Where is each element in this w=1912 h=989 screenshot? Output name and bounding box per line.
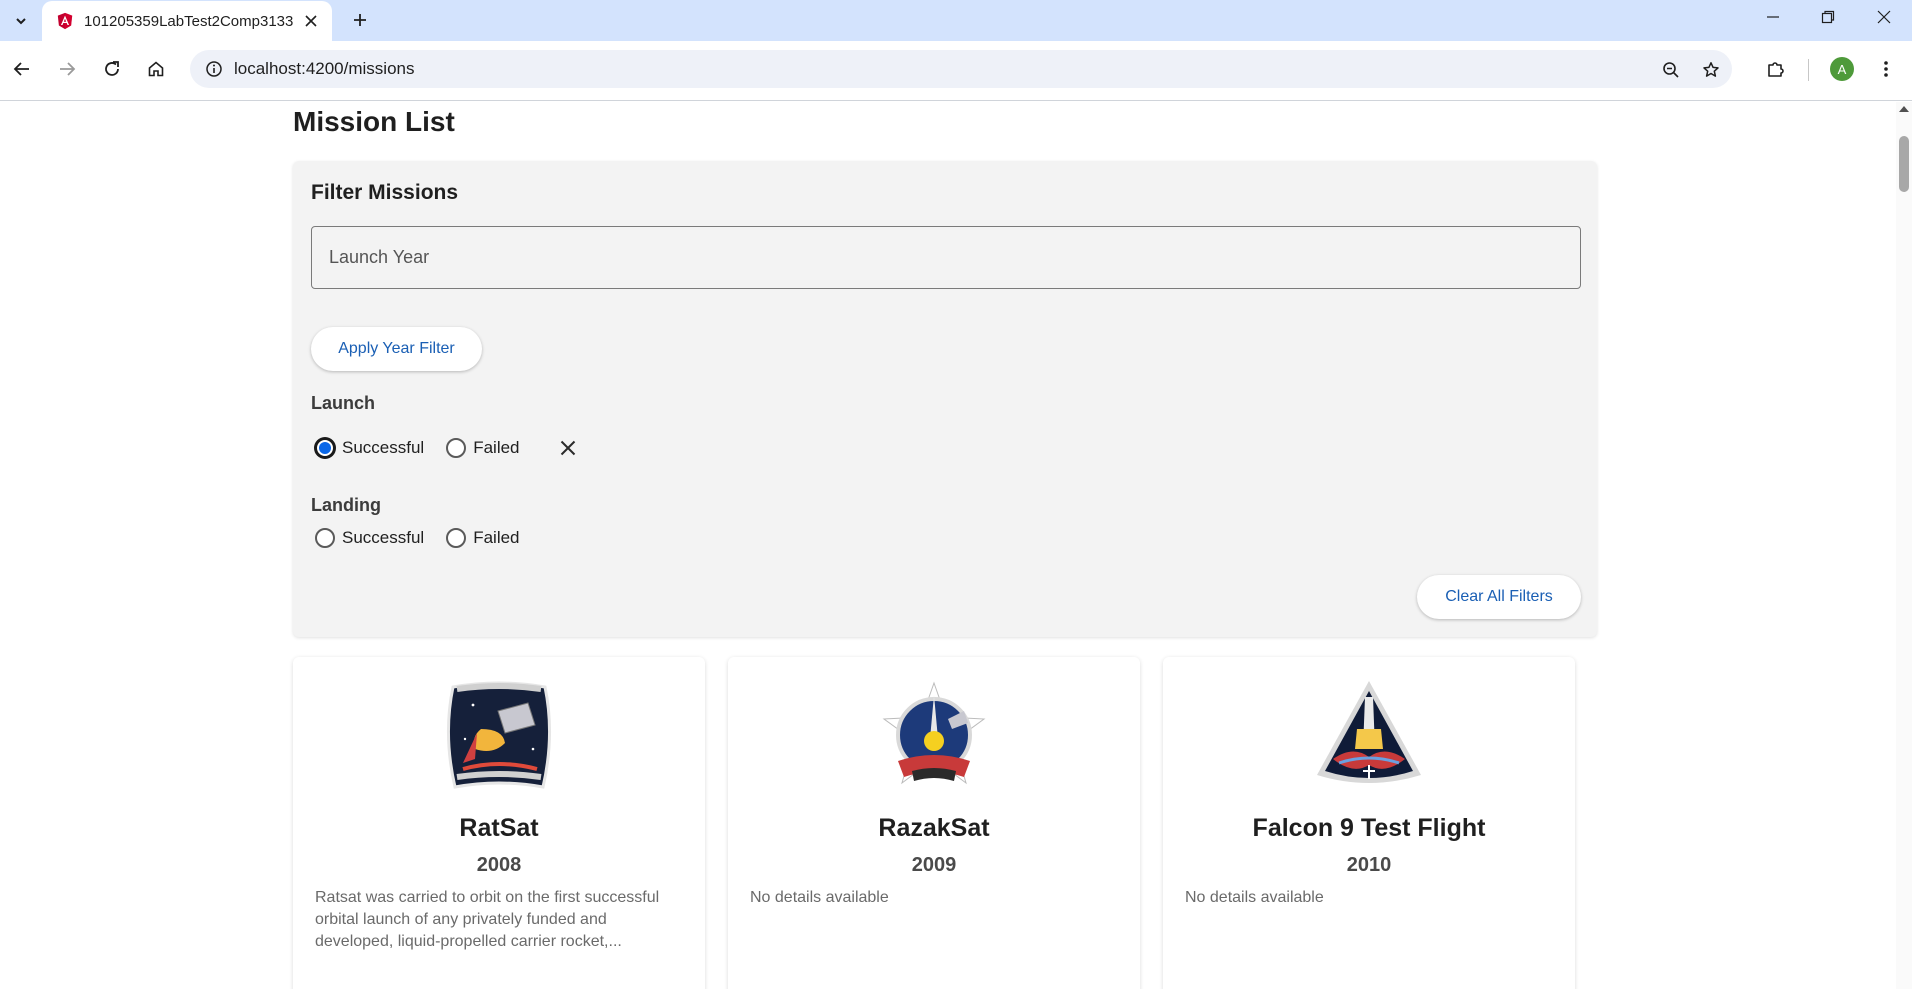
mission-card[interactable]: RazakSat 2009 No details available (728, 657, 1140, 989)
restore-icon (1821, 10, 1835, 24)
mission-details: Ratsat was carried to orbit on the first… (315, 889, 660, 950)
tab-strip: 101205359LabTest2Comp3133 (0, 0, 1912, 41)
mission-card[interactable]: RatSat 2008 Ratsat was carried to orbit … (293, 657, 705, 989)
launch-successful-option[interactable]: Successful (315, 438, 424, 458)
star-icon (1703, 62, 1719, 77)
landing-radio-group: Successful Failed (315, 528, 542, 548)
minimize-button[interactable] (1745, 0, 1801, 34)
page-title: Mission List (293, 106, 455, 137)
url-text[interactable]: localhost:4200/missions (234, 59, 414, 79)
launch-year-field[interactable] (311, 226, 1581, 289)
zoom-button[interactable] (1658, 57, 1684, 83)
home-button[interactable] (140, 53, 172, 85)
mission-details: No details available (750, 889, 889, 906)
radio-selected-dot (319, 442, 331, 454)
radio-label: Successful (342, 438, 425, 457)
radio-label: Failed (473, 528, 520, 547)
reload-icon (105, 61, 119, 76)
tab-search-button[interactable] (8, 8, 34, 34)
arrow-left-icon (13, 62, 29, 76)
launch-successful-radio[interactable] (315, 438, 335, 458)
radio-label: Successful (342, 528, 425, 547)
launch-year-input[interactable] (312, 227, 1580, 288)
mission-year: 2008 (476, 854, 522, 876)
mission-year: 2009 (911, 854, 957, 876)
page-viewport: Mission List Filter Missions Apply Year … (0, 102, 1912, 989)
scroll-thumb[interactable] (1899, 136, 1909, 192)
browser-menu-button[interactable] (1870, 53, 1902, 85)
radio-label: Failed (473, 438, 520, 457)
landing-failed-option[interactable]: Failed (446, 528, 520, 548)
mission-patch-ratsat-icon (446, 681, 552, 789)
mission-patch-falcon9-icon (1317, 681, 1421, 783)
browser-toolbar: localhost:4200/missions A (0, 41, 1912, 101)
mission-name: RazakSat (878, 814, 990, 842)
clear-all-filters-button[interactable]: Clear All Filters (1417, 575, 1581, 619)
apply-year-filter-button[interactable]: Apply Year Filter (311, 327, 482, 371)
minimize-icon (1767, 16, 1779, 18)
new-tab-button[interactable] (346, 6, 374, 34)
reload-button[interactable] (96, 53, 128, 85)
mission-name: Falcon 9 Test Flight (1252, 814, 1486, 842)
zoom-icon (1663, 62, 1679, 78)
plus-icon (354, 14, 366, 26)
launch-section-label: Launch (311, 393, 376, 413)
restore-button[interactable] (1800, 0, 1856, 34)
tab-title: 101205359LabTest2Comp3133 (84, 12, 294, 30)
profile-button[interactable]: A (1826, 53, 1858, 85)
toolbar-divider (1808, 59, 1809, 81)
filter-title: Filter Missions (311, 181, 459, 204)
mission-patch-razaksat-icon (882, 681, 986, 785)
puzzle-icon (1768, 62, 1784, 77)
site-info-button[interactable] (196, 51, 232, 87)
close-icon (305, 15, 317, 27)
arrow-right-icon (60, 62, 76, 76)
forward-button[interactable] (51, 53, 83, 85)
page-scrollbar[interactable] (1896, 102, 1912, 989)
landing-section-label: Landing (311, 495, 381, 515)
bookmark-button[interactable] (1698, 57, 1724, 83)
landing-successful-radio[interactable] (315, 528, 335, 548)
tab-close-button[interactable] (300, 10, 322, 32)
launch-failed-radio[interactable] (446, 438, 467, 458)
landing-successful-option[interactable]: Successful (315, 528, 424, 548)
mission-year: 2010 (1346, 854, 1392, 876)
address-bar[interactable]: localhost:4200/missions (190, 50, 1732, 88)
mission-details: No details available (1185, 889, 1324, 906)
back-button[interactable] (6, 53, 38, 85)
close-icon (560, 440, 575, 456)
mission-card[interactable]: Falcon 9 Test Flight 2010 No details ava… (1163, 657, 1575, 989)
landing-failed-radio[interactable] (446, 528, 467, 548)
chevron-down-icon (16, 18, 26, 25)
avatar: A (1830, 57, 1854, 81)
close-icon (1877, 10, 1891, 24)
launch-radio-group: Successful Failed (315, 436, 580, 460)
launch-failed-option[interactable]: Failed (446, 438, 520, 458)
filter-panel: Filter Missions Apply Year Filter Launch… (293, 161, 1597, 637)
kebab-menu-icon (1884, 61, 1888, 77)
browser-tab[interactable]: 101205359LabTest2Comp3133 (42, 1, 332, 41)
extensions-button[interactable] (1760, 53, 1792, 85)
home-icon (148, 61, 164, 77)
mission-name: RatSat (459, 814, 539, 842)
scroll-up-arrow[interactable] (1899, 106, 1909, 112)
info-icon (206, 61, 222, 77)
angular-logo-icon (57, 12, 73, 30)
window-close-button[interactable] (1856, 0, 1912, 34)
clear-launch-filter-button[interactable] (556, 436, 580, 460)
